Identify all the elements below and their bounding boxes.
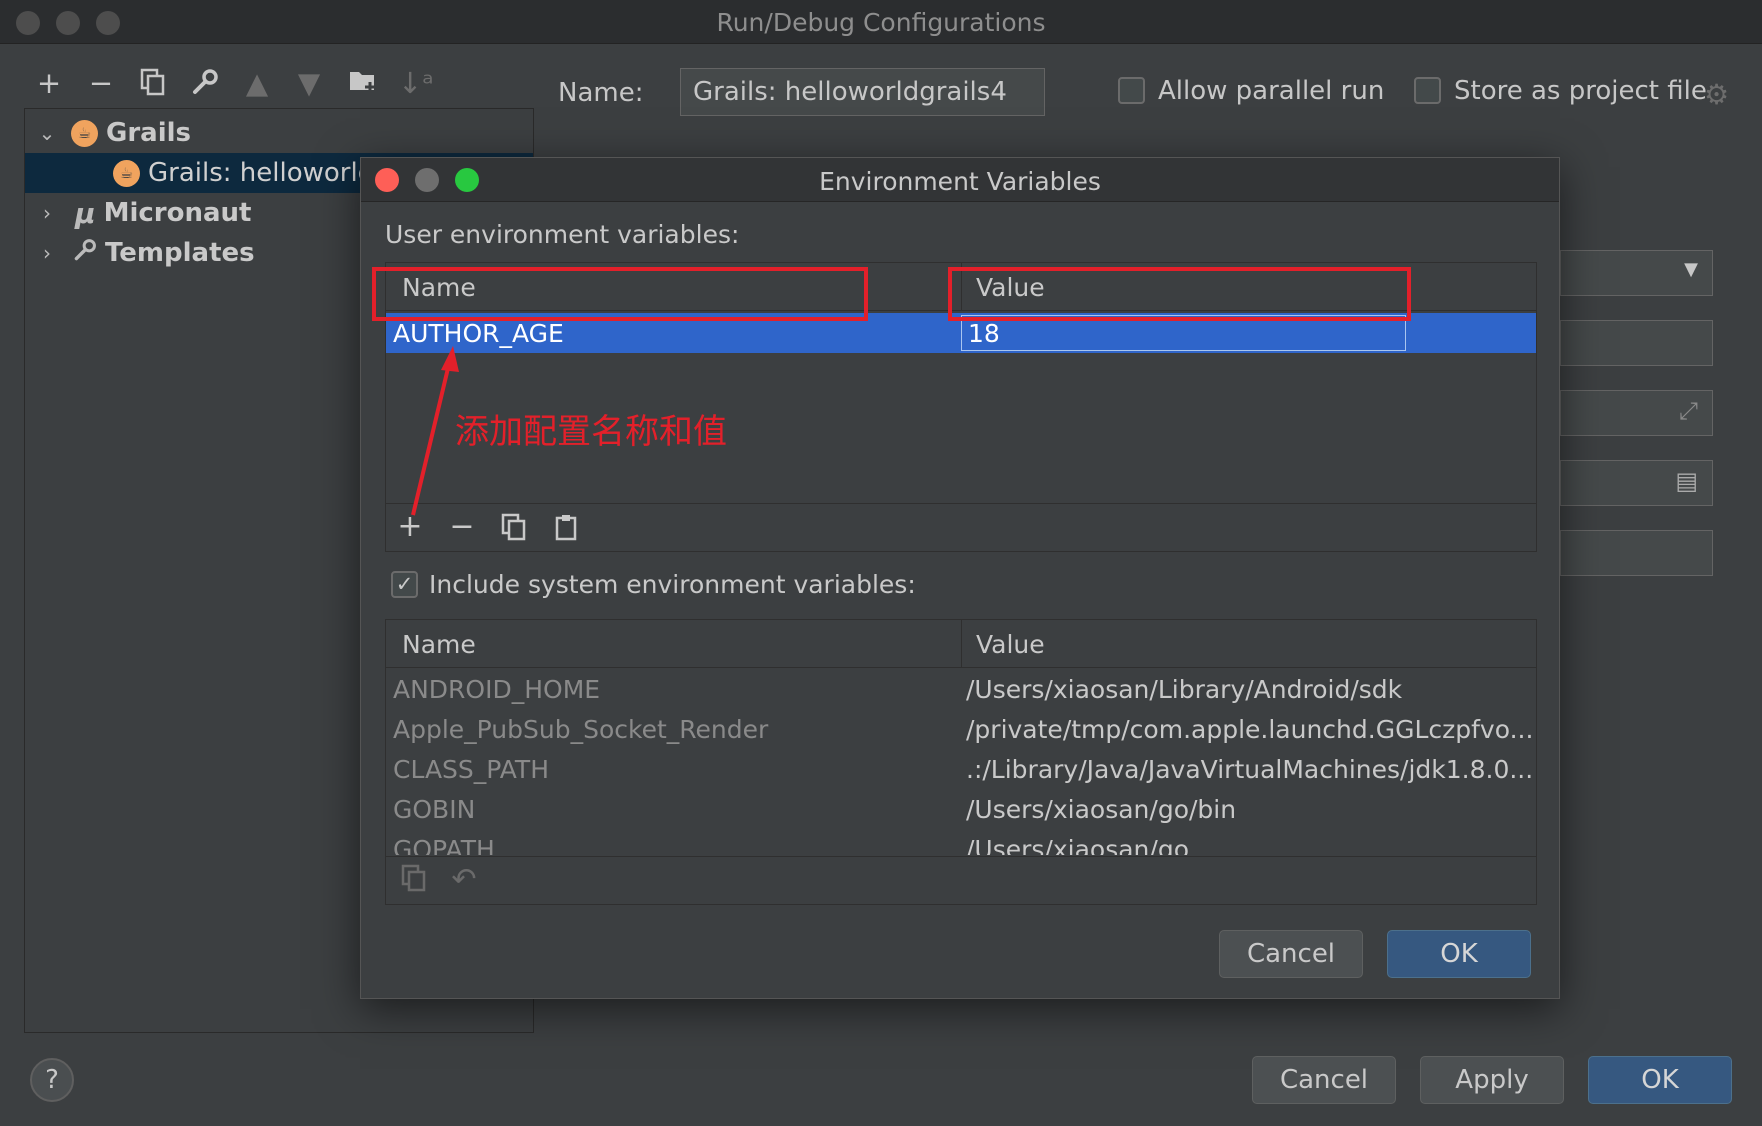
remove-icon[interactable]: − (84, 68, 118, 98)
table-row[interactable]: ANDROID_HOME /Users/xiaosan/Library/Andr… (386, 669, 1536, 709)
system-vars-table: Name Value ANDROID_HOME /Users/xiaosan/L… (385, 619, 1537, 905)
column-header-name[interactable]: Name (402, 630, 476, 659)
tree-item-grails[interactable]: ⌄ ☕ Grails (25, 113, 533, 153)
variable-name-cell: GOBIN (393, 795, 476, 824)
variable-value-cell: /Users/xiaosan/go (966, 835, 1189, 855)
browse-field[interactable]: ▤ (1560, 460, 1713, 506)
grails-icon: ☕ (113, 159, 140, 187)
copy-icon[interactable] (496, 513, 532, 549)
window-title: Run/Debug Configurations (716, 8, 1046, 37)
variable-name-cell: GOPATH (393, 835, 495, 855)
include-system-checkbox[interactable]: ✓ (391, 571, 418, 598)
text-field[interactable] (1560, 530, 1713, 576)
text-field[interactable] (1560, 320, 1713, 366)
window-titlebar: Run/Debug Configurations (0, 0, 1762, 44)
allow-parallel-checkbox[interactable] (1118, 77, 1145, 104)
paste-icon[interactable] (548, 513, 584, 549)
toolbar-divider (386, 856, 1536, 857)
tree-item-label: Micronaut (103, 198, 252, 228)
add-icon[interactable]: + (32, 68, 66, 98)
table-row[interactable]: GOPATH /Users/xiaosan/go (386, 829, 1536, 855)
variable-name-cell: Apple_PubSub_Socket_Render (393, 715, 769, 744)
dialog-cancel-button[interactable]: Cancel (1219, 930, 1363, 978)
name-input[interactable]: Grails: helloworldgrails4 (680, 68, 1045, 116)
chevron-right-icon[interactable]: › (37, 241, 57, 265)
wrench-icon[interactable] (188, 68, 222, 101)
chevron-down-icon: ▼ (1684, 259, 1698, 280)
apply-button[interactable]: Apply (1420, 1056, 1564, 1104)
variable-name-cell: ANDROID_HOME (393, 675, 601, 704)
undo-icon[interactable]: ↶ (446, 862, 482, 897)
column-header-value[interactable]: Value (976, 630, 1045, 659)
sort-icon[interactable]: ↓ᵃ (398, 68, 434, 98)
folder-add-icon[interactable] (346, 68, 380, 99)
annotation-text: 添加配置名称和值 (455, 412, 727, 452)
include-system-label: Include system environment variables: (429, 570, 916, 599)
variable-value-cell: /Users/xiaosan/Library/Android/sdk (966, 675, 1403, 704)
table-row[interactable]: Apple_PubSub_Socket_Render /private/tmp/… (386, 709, 1536, 749)
copy-icon[interactable] (136, 68, 170, 101)
environment-variables-dialog: Environment Variables User environment v… (360, 157, 1560, 999)
help-button[interactable]: ? (30, 1058, 74, 1102)
variable-value-cell: /Users/xiaosan/go/bin (966, 795, 1237, 824)
table-row[interactable]: CLASS_PATH .:/Library/Java/JavaVirtualMa… (386, 749, 1536, 789)
expandable-field[interactable]: ⤢ (1560, 390, 1713, 436)
document-icon[interactable]: ▤ (1675, 467, 1698, 495)
ok-button[interactable]: OK (1588, 1056, 1732, 1104)
dialog-ok-button[interactable]: OK (1387, 930, 1531, 978)
move-down-icon[interactable]: ▼ (292, 68, 326, 98)
chevron-right-icon[interactable]: › (37, 201, 57, 225)
cancel-button[interactable]: Cancel (1252, 1056, 1396, 1104)
grails-icon: ☕ (71, 119, 98, 147)
variable-value-cell: .:/Library/Java/JavaVirtualMachines/jdk1… (966, 755, 1534, 784)
copy-icon[interactable] (396, 864, 432, 900)
expand-icon[interactable]: ⤢ (1679, 397, 1698, 425)
move-up-icon[interactable]: ▲ (240, 68, 274, 98)
name-label: Name: (558, 78, 644, 108)
gear-icon[interactable]: ⚙ (1704, 78, 1729, 111)
table-header: Name Value (386, 620, 1536, 668)
variable-name-cell: CLASS_PATH (393, 755, 550, 784)
table-row[interactable]: GOBIN /Users/xiaosan/go/bin (386, 789, 1536, 829)
store-as-project-label: Store as project file (1454, 76, 1707, 106)
allow-parallel-label: Allow parallel run (1158, 76, 1385, 106)
tree-item-label: Grails: helloworld (148, 158, 375, 188)
micronaut-icon: μ (75, 196, 96, 230)
tree-item-label: Grails (106, 118, 192, 148)
variable-value-cell: /private/tmp/com.apple.launchd.GGLczpfvo… (966, 715, 1534, 744)
chevron-down-icon[interactable]: ⌄ (37, 121, 57, 145)
panel-edge (558, 1032, 559, 1033)
column-divider[interactable] (961, 620, 962, 668)
tree-item-label: Templates (105, 238, 255, 268)
dropdown-field[interactable]: ▼ (1560, 250, 1713, 296)
store-as-project-checkbox[interactable] (1414, 77, 1441, 104)
system-vars-list[interactable]: ANDROID_HOME /Users/xiaosan/Library/Andr… (386, 669, 1536, 855)
wrench-icon (73, 238, 97, 268)
annotation-arrow (411, 346, 459, 516)
